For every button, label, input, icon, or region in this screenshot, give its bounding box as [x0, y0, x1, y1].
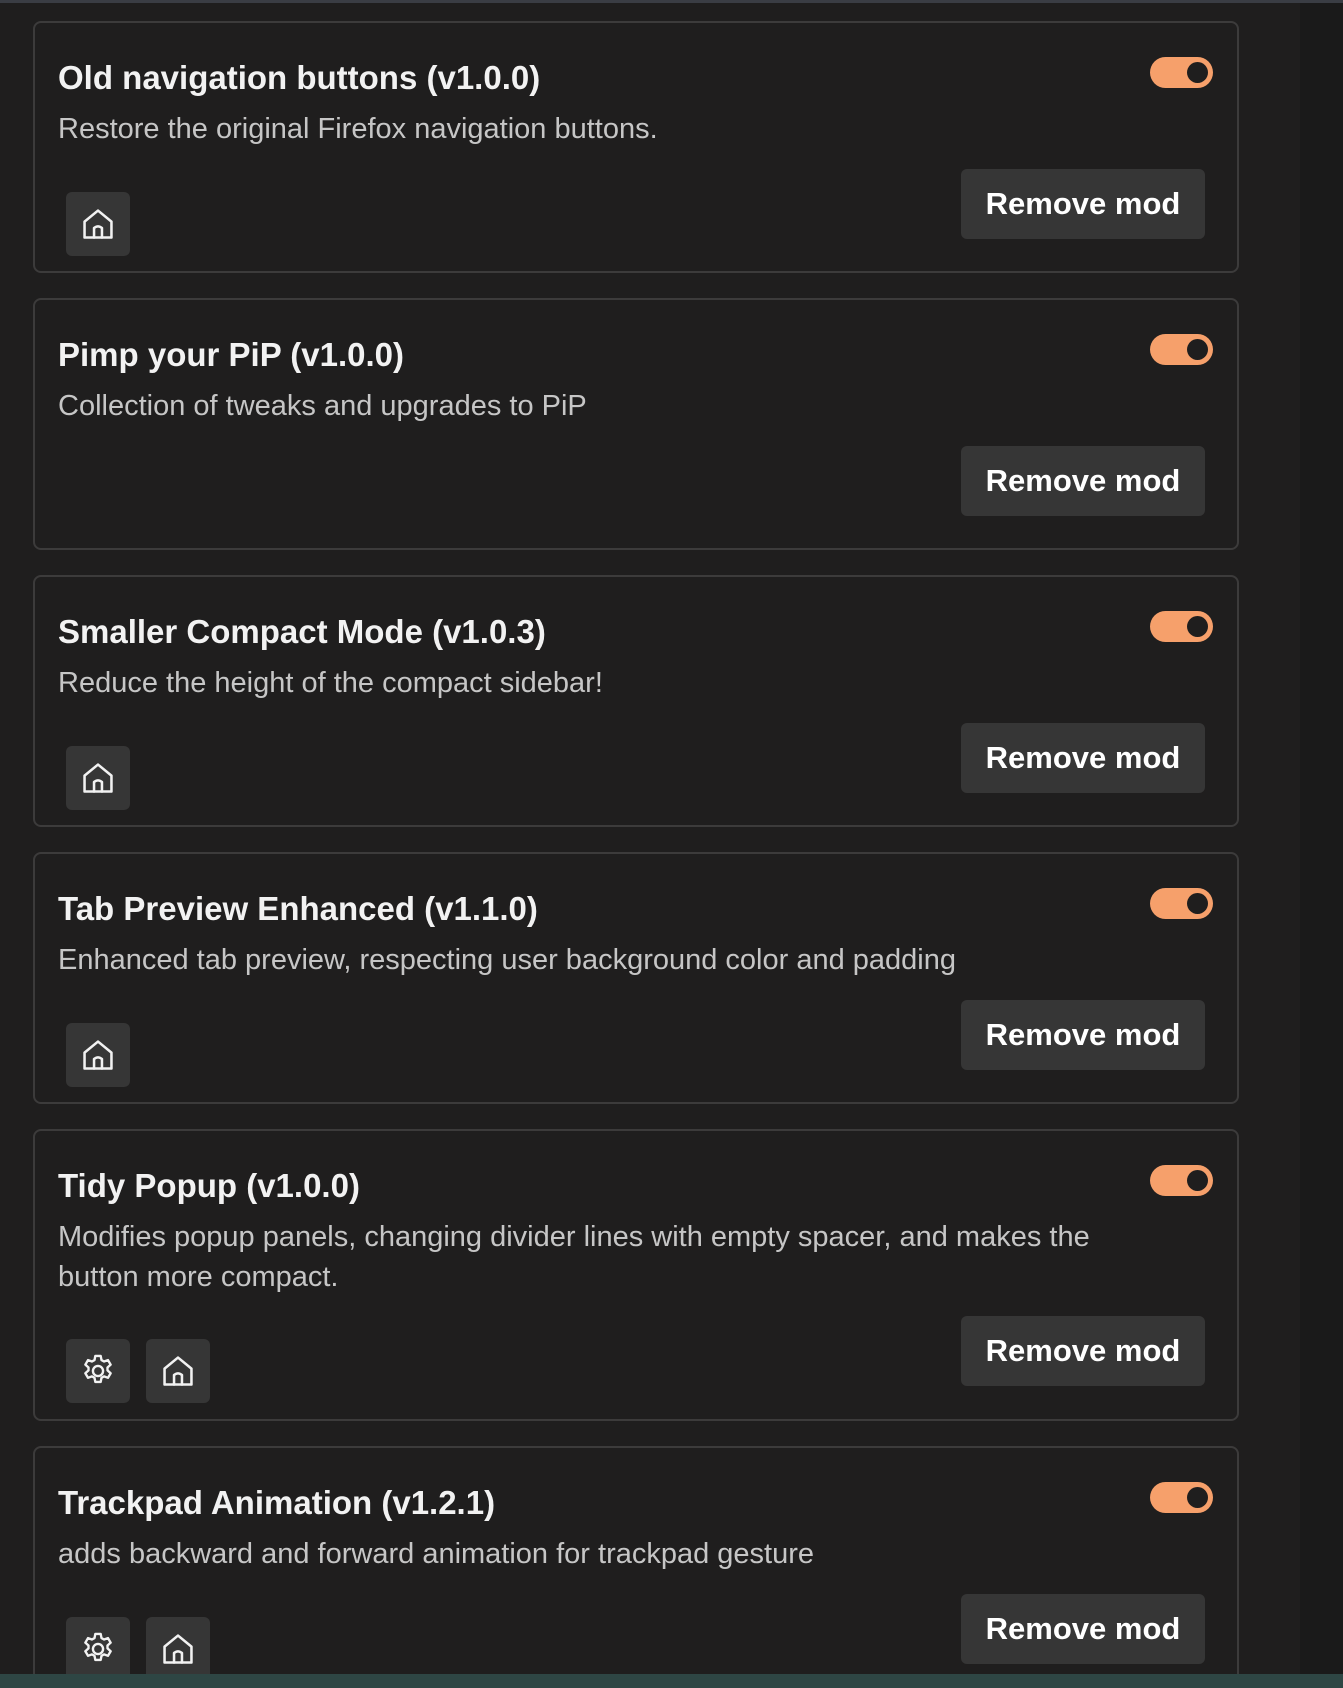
settings-button[interactable]	[66, 1339, 130, 1403]
mod-description: Restore the original Firefox navigation …	[58, 113, 658, 145]
toggle-knob	[1187, 1170, 1208, 1191]
remove-mod-button[interactable]: Remove mod	[961, 1000, 1205, 1070]
enable-toggle[interactable]	[1150, 1165, 1213, 1196]
mod-title: Smaller Compact Mode (v1.0.3)	[58, 613, 546, 650]
remove-mod-button[interactable]: Remove mod	[961, 446, 1205, 516]
mod-card: Tidy Popup (v1.0.0) Modifies popup panels…	[33, 1129, 1239, 1421]
home-icon	[159, 1630, 197, 1668]
remove-mod-button[interactable]: Remove mod	[961, 169, 1205, 239]
homepage-button[interactable]	[66, 1023, 130, 1087]
mod-card: Pimp your PiP (v1.0.0) Collection of twea…	[33, 298, 1239, 550]
mod-card: Tab Preview Enhanced (v1.1.0) Enhanced ta…	[33, 852, 1239, 1104]
toggle-knob	[1187, 1487, 1208, 1508]
mod-card: Trackpad Animation (v1.2.1) adds backward…	[33, 1446, 1239, 1674]
toggle-knob	[1187, 616, 1208, 637]
mod-description: Collection of tweaks and upgrades to PiP	[58, 390, 587, 422]
mod-description: Modifies popup panels, changing divider …	[58, 1221, 1090, 1293]
scrollbar-track[interactable]	[1300, 3, 1343, 1674]
mod-description: adds backward and forward animation for …	[58, 1538, 815, 1570]
homepage-button[interactable]	[146, 1339, 210, 1403]
remove-mod-button[interactable]: Remove mod	[961, 1316, 1205, 1386]
home-icon	[79, 1036, 117, 1074]
home-icon	[79, 759, 117, 797]
mod-card: Old navigation buttons (v1.0.0) Restore t…	[33, 21, 1239, 273]
mod-title: Trackpad Animation (v1.2.1)	[58, 1484, 496, 1521]
mod-title: Old navigation buttons (v1.0.0)	[58, 59, 541, 96]
mod-title: Pimp your PiP (v1.0.0)	[58, 336, 405, 373]
mod-description: Reduce the height of the compact sidebar…	[58, 667, 603, 699]
home-icon	[79, 205, 117, 243]
toggle-knob	[1187, 339, 1208, 360]
mod-description: Enhanced tab preview, respecting user ba…	[58, 944, 956, 976]
enable-toggle[interactable]	[1150, 611, 1213, 642]
enable-toggle[interactable]	[1150, 334, 1213, 365]
toggle-knob	[1187, 893, 1208, 914]
mods-list: Old navigation buttons (v1.0.0) Restore t…	[0, 0, 1300, 1674]
mod-title: Tidy Popup (v1.0.0)	[58, 1167, 360, 1204]
gear-icon	[79, 1352, 117, 1390]
enable-toggle[interactable]	[1150, 888, 1213, 919]
mod-card: Smaller Compact Mode (v1.0.3) Reduce the …	[33, 575, 1239, 827]
enable-toggle[interactable]	[1150, 1482, 1213, 1513]
homepage-button[interactable]	[66, 192, 130, 256]
homepage-button[interactable]	[146, 1617, 210, 1674]
settings-button[interactable]	[66, 1617, 130, 1674]
gear-icon	[79, 1630, 117, 1668]
home-icon	[159, 1352, 197, 1390]
remove-mod-button[interactable]: Remove mod	[961, 1594, 1205, 1664]
homepage-button[interactable]	[66, 746, 130, 810]
bottom-status-strip	[0, 1674, 1343, 1688]
mod-title: Tab Preview Enhanced (v1.1.0)	[58, 890, 538, 927]
toggle-knob	[1187, 62, 1208, 83]
remove-mod-button[interactable]: Remove mod	[961, 723, 1205, 793]
enable-toggle[interactable]	[1150, 57, 1213, 88]
